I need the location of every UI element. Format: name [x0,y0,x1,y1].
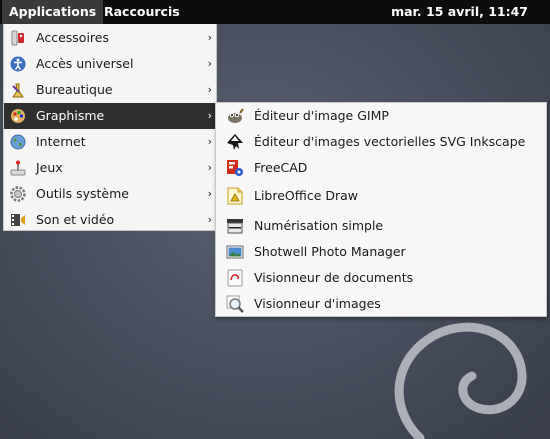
submenu-item-visionneur-documents[interactable]: Visionneur de documents [216,265,546,291]
menu-item-label: Outils système [36,186,129,201]
chevron-right-icon: › [207,187,212,200]
shotwell-icon [226,245,244,259]
submenu-item-libreoffice-draw[interactable]: LibreOffice Draw [216,183,546,209]
submenu-item-label: LibreOffice Draw [254,188,359,203]
freecad-icon [227,160,243,176]
submenu-item-label: Visionneur de documents [254,270,414,285]
menu-item-label: Accessoires [36,30,109,45]
submenu-item-inkscape[interactable]: Éditeur d'images vectorielles SVG Inksca… [216,129,546,155]
menu-item-outils-systeme[interactable]: Outils système › [4,181,216,207]
submenu-item-freecad[interactable]: FreeCAD [216,155,546,181]
submenu-item-label: FreeCAD [254,160,308,175]
submenu-item-shotwell[interactable]: Shotwell Photo Manager [216,239,546,265]
chevron-right-icon: › [207,109,212,122]
accessibility-icon [10,56,26,72]
menu-item-label: Graphisme [36,108,105,123]
office-icon [12,83,24,98]
menu-item-graphisme[interactable]: Graphisme › [4,103,216,129]
submenu-item-label: Numérisation simple [254,218,384,233]
shortcuts-menu-button[interactable]: Raccourcis [97,0,187,24]
applications-menu: Accessoires › Accès universel › Bureauti… [3,24,217,231]
system-tools-icon [10,186,26,202]
applications-menu-button[interactable]: Applications [2,0,104,24]
menu-item-son-et-video[interactable]: Son et vidéo › [4,207,216,233]
menu-item-jeux[interactable]: Jeux › [4,155,216,181]
internet-globe-icon [10,134,26,150]
menu-item-label: Accès universel [36,56,134,71]
accessories-icon [11,30,24,46]
submenu-item-label: Éditeur d'image GIMP [254,108,389,123]
inkscape-icon [227,134,243,150]
menu-item-label: Internet [36,134,86,149]
image-viewer-icon [226,295,244,313]
menu-item-acces-universel[interactable]: Accès universel › [4,51,216,77]
libreoffice-draw-icon [227,187,243,205]
submenu-item-numerisation-simple[interactable]: Numérisation simple [216,213,546,239]
scanner-icon [227,219,243,234]
submenu-item-label: Éditeur d'images vectorielles SVG Inksca… [254,134,526,149]
chevron-right-icon: › [207,135,212,148]
top-panel: Applications Raccourcis mar. 15 avril, 1… [0,0,550,24]
chevron-right-icon: › [207,213,212,226]
chevron-right-icon: › [207,31,212,44]
menu-item-label: Son et vidéo [36,212,115,227]
chevron-right-icon: › [207,57,212,70]
chevron-right-icon: › [207,83,212,96]
submenu-item-label: Visionneur d'images [254,296,381,311]
chevron-right-icon: › [207,161,212,174]
document-viewer-icon [227,269,243,287]
submenu-item-gimp[interactable]: Éditeur d'image GIMP [216,103,546,129]
sound-video-icon [11,214,25,226]
menu-item-label: Jeux [36,160,63,175]
menu-item-accessoires[interactable]: Accessoires › [4,25,216,51]
gimp-icon [228,108,244,123]
menu-item-label: Bureautique [36,82,113,97]
games-icon [10,160,26,176]
submenu-item-visionneur-images[interactable]: Visionneur d'images [216,291,546,317]
menu-item-internet[interactable]: Internet › [4,129,216,155]
submenu-item-label: Shotwell Photo Manager [254,244,406,259]
graphics-icon [11,109,25,123]
clock[interactable]: mar. 15 avril, 11:47 [391,0,528,24]
graphisme-submenu: Éditeur d'image GIMP Éditeur d'images ve… [215,102,547,317]
menu-item-bureautique[interactable]: Bureautique › [4,77,216,103]
